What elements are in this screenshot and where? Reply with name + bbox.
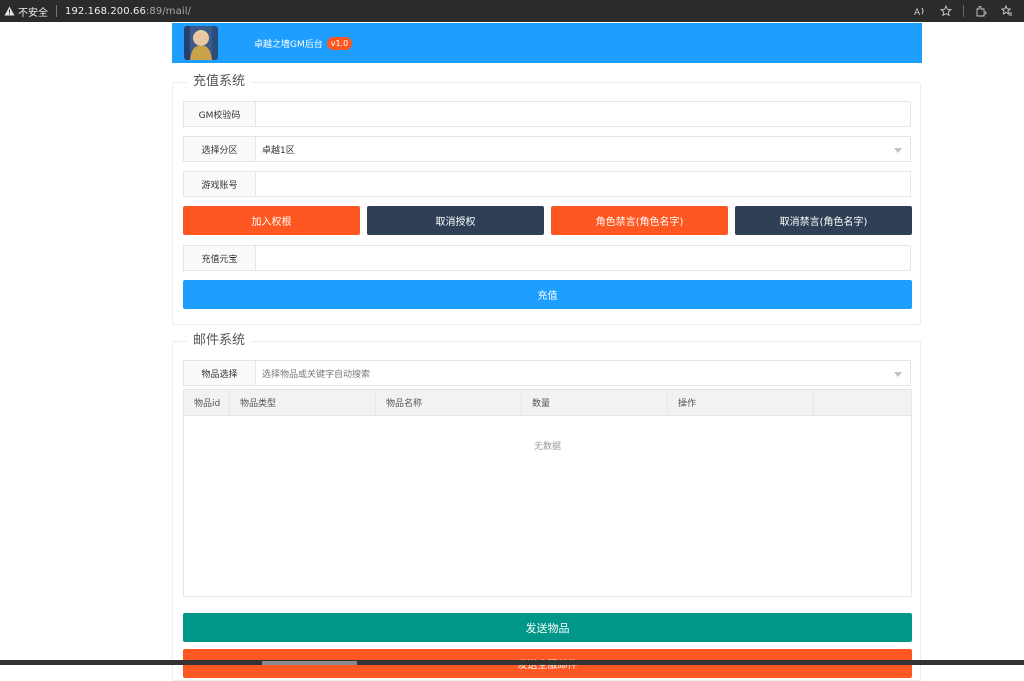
- version-badge: v1.0: [326, 36, 353, 50]
- item-select-input[interactable]: 选择物品或关键字自动搜索: [255, 360, 911, 386]
- zone-select[interactable]: 卓越1区: [255, 136, 911, 162]
- recharge-button[interactable]: 充值: [183, 280, 912, 309]
- grant-permission-button[interactable]: 加入权根: [183, 206, 360, 235]
- read-aloud-icon[interactable]: A: [907, 0, 933, 22]
- address-bar[interactable]: 192.168.200.66:89/mail/: [65, 6, 191, 17]
- warning-icon[interactable]: [2, 5, 16, 17]
- recharge-section: 充值系统 GM校验码 选择分区 卓越1区 游戏账号 加入权根 取消授权 角色禁言…: [172, 74, 921, 325]
- app-title: 卓越之墙GM后台: [254, 39, 323, 50]
- gm-code-label: GM校验码: [183, 101, 255, 127]
- chevron-down-icon: [894, 148, 902, 153]
- mute-role-button[interactable]: 角色禁言(角色名字): [551, 206, 728, 235]
- header-banner: 卓越之墙GM后台 v1.0: [172, 23, 922, 63]
- scrollbar-thumb[interactable]: [262, 661, 357, 665]
- tool-divider: [963, 5, 964, 17]
- url-path: :89/mail/: [145, 5, 192, 17]
- table-empty-text: 无数据: [533, 442, 561, 452]
- zone-label: 选择分区: [183, 136, 255, 162]
- extensions-icon[interactable]: [968, 0, 994, 22]
- url-host: 192.168.200.66: [65, 5, 146, 17]
- insecure-label[interactable]: 不安全: [18, 4, 48, 19]
- revoke-permission-button[interactable]: 取消授权: [367, 206, 544, 235]
- col-item-type[interactable]: 物品类型: [230, 390, 376, 415]
- account-row: 游戏账号: [183, 171, 911, 197]
- browser-tools: A: [907, 0, 1020, 22]
- mail-legend: 邮件系统: [187, 333, 252, 349]
- col-item-id[interactable]: 物品id: [184, 390, 230, 415]
- game-avatar: [184, 26, 218, 60]
- account-label: 游戏账号: [183, 171, 255, 197]
- gm-code-input[interactable]: [255, 101, 911, 127]
- items-table: 物品id 物品类型 物品名称 数量 操作 无数据: [183, 389, 912, 597]
- item-select-label: 物品选择: [183, 360, 255, 386]
- permission-buttons: 加入权根 取消授权 角色禁言(角色名字) 取消禁言(角色名字): [183, 206, 912, 235]
- col-item-name[interactable]: 物品名称: [376, 390, 522, 415]
- unmute-role-button[interactable]: 取消禁言(角色名字): [735, 206, 912, 235]
- gold-label: 充值元宝: [183, 245, 255, 271]
- gold-input[interactable]: [255, 245, 911, 271]
- svg-text:A: A: [914, 8, 921, 16]
- mail-section: 邮件系统 物品选择 选择物品或关键字自动搜索 物品id 物品类型 物品名称 数量…: [172, 333, 921, 681]
- favorites-icon[interactable]: [994, 0, 1020, 22]
- browser-toolbar: 不安全 192.168.200.66:89/mail/ A: [0, 0, 1024, 22]
- favorite-add-icon[interactable]: [933, 0, 959, 22]
- col-extra: [814, 390, 911, 415]
- url-separator: [56, 5, 57, 17]
- zone-row: 选择分区 卓越1区: [183, 136, 911, 162]
- recharge-legend: 充值系统: [187, 74, 252, 90]
- zone-selected-value: 卓越1区: [262, 145, 295, 156]
- chevron-down-icon: [894, 372, 902, 377]
- item-select-placeholder: 选择物品或关键字自动搜索: [262, 369, 371, 380]
- gold-row: 充值元宝: [183, 245, 911, 271]
- col-action[interactable]: 操作: [668, 390, 814, 415]
- send-items-button[interactable]: 发送物品: [183, 613, 912, 642]
- horizontal-scrollbar[interactable]: [0, 660, 1024, 665]
- account-input[interactable]: [255, 171, 911, 197]
- col-quantity[interactable]: 数量: [522, 390, 668, 415]
- gm-code-row: GM校验码: [183, 101, 911, 127]
- item-select-row: 物品选择 选择物品或关键字自动搜索: [183, 360, 911, 386]
- table-header: 物品id 物品类型 物品名称 数量 操作: [184, 390, 911, 416]
